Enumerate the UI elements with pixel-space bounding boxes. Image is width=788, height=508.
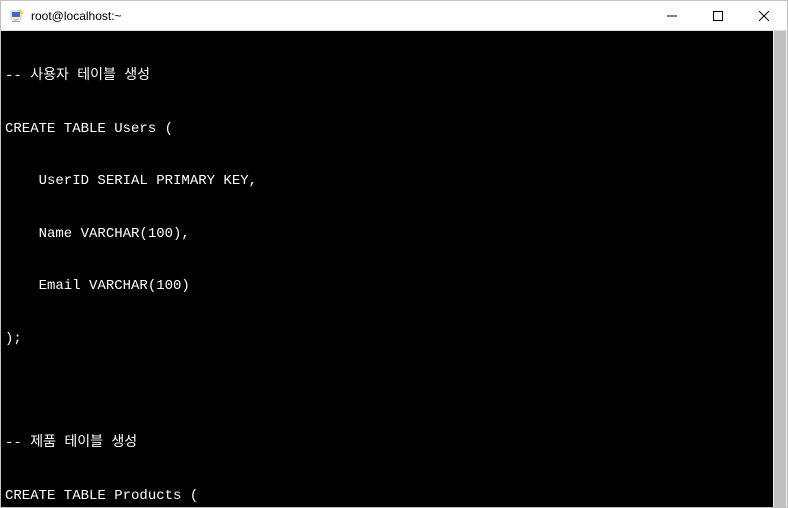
titlebar[interactable]: root@localhost:~: [1, 1, 787, 31]
code-line: [5, 383, 783, 400]
code-line: Email VARCHAR(100): [5, 278, 783, 296]
minimize-button[interactable]: [649, 1, 695, 30]
code-line: CREATE TABLE Products (: [5, 488, 783, 506]
code-line: -- 사용자 테이블 생성: [5, 68, 783, 86]
terminal-window: root@localhost:~ -- 사용자 테이블 생성 CREATE TA…: [0, 0, 788, 508]
code-line: UserID SERIAL PRIMARY KEY,: [5, 173, 783, 191]
code-line: );: [5, 331, 783, 349]
scrollbar[interactable]: [773, 31, 787, 507]
terminal-content[interactable]: -- 사용자 테이블 생성 CREATE TABLE Users ( UserI…: [1, 31, 787, 507]
code-line: -- 제품 테이블 생성: [5, 435, 783, 453]
scrollbar-thumb[interactable]: [774, 31, 786, 507]
window-title: root@localhost:~: [31, 9, 649, 23]
maximize-button[interactable]: [695, 1, 741, 30]
putty-icon: [9, 8, 25, 24]
close-button[interactable]: [741, 1, 787, 30]
window-controls: [649, 1, 787, 30]
code-line: CREATE TABLE Users (: [5, 121, 783, 139]
code-line: Name VARCHAR(100),: [5, 226, 783, 244]
